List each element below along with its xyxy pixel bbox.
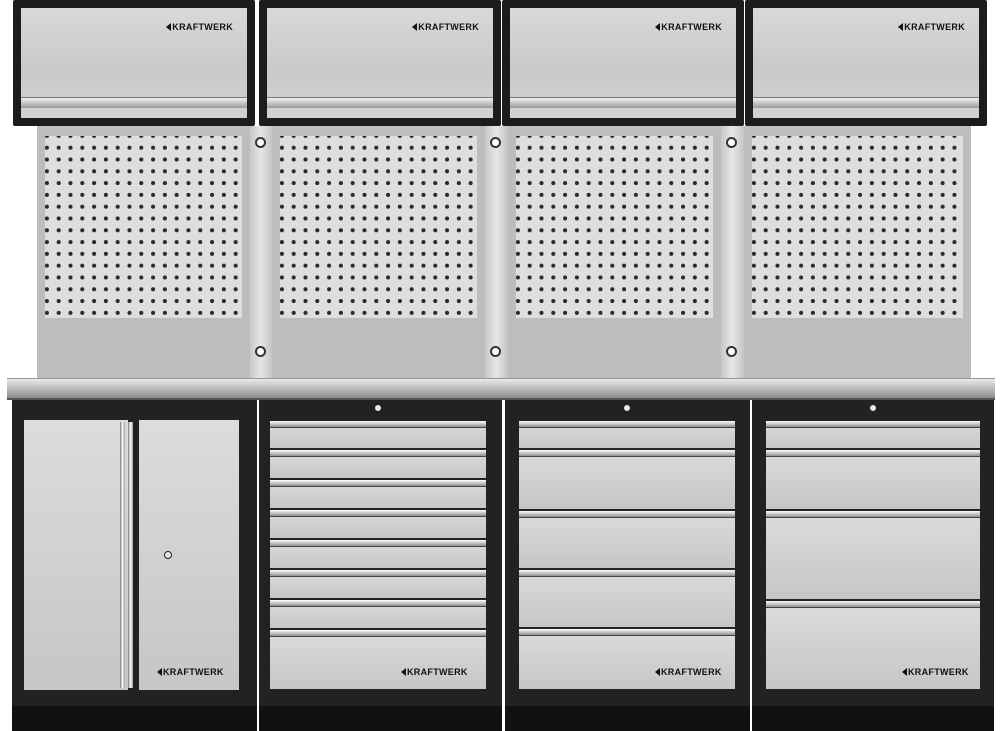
wall-cabinet-1[interactable]: KRAFTWERK (13, 0, 255, 126)
drawer[interactable] (270, 600, 486, 628)
mounting-ring (726, 346, 737, 357)
pegboard-panel-3 (508, 126, 721, 378)
right-door[interactable] (139, 420, 239, 690)
mounting-ring (490, 346, 501, 357)
door-handle[interactable] (510, 97, 736, 108)
drawer[interactable] (519, 629, 735, 689)
drawer[interactable] (270, 421, 486, 448)
brand-logo: KRAFTWERK (157, 667, 224, 677)
plinth (505, 706, 750, 731)
plinth (752, 706, 994, 731)
brand-logo: KRAFTWERK (166, 22, 233, 32)
drawer[interactable] (270, 510, 486, 538)
wall-cabinet-2[interactable]: KRAFTWERK (259, 0, 501, 126)
door-handle[interactable] (267, 97, 493, 108)
left-door[interactable] (24, 420, 128, 690)
drawer[interactable] (270, 630, 486, 689)
drawer[interactable] (270, 570, 486, 598)
plinth (259, 706, 502, 731)
stainless-worktop (7, 378, 995, 400)
brand-logo: KRAFTWERK (902, 667, 969, 677)
drawer[interactable] (766, 421, 980, 448)
pegboard-post (250, 126, 272, 378)
drawer[interactable] (270, 480, 486, 508)
mounting-ring (726, 137, 737, 148)
door-handle[interactable] (21, 97, 247, 108)
base-cabinet-drawers-2: KRAFTWERK (505, 400, 750, 706)
base-cabinet-drawers-3: KRAFTWERK (752, 400, 994, 706)
drawer[interactable] (270, 540, 486, 568)
lock-icon[interactable] (869, 404, 877, 412)
mounting-ring (255, 346, 266, 357)
brand-logo: KRAFTWERK (655, 22, 722, 32)
wall-cabinet-4[interactable]: KRAFTWERK (745, 0, 987, 126)
base-cabinet-drawers-1: KRAFTWERK (259, 400, 502, 706)
brand-logo: KRAFTWERK (898, 22, 965, 32)
drawer[interactable] (519, 450, 735, 509)
plinth (12, 706, 257, 731)
brand-logo: KRAFTWERK (401, 667, 468, 677)
door-handle[interactable] (128, 422, 133, 688)
lock-icon[interactable] (374, 404, 382, 412)
drawer[interactable] (519, 570, 735, 627)
drawer[interactable] (519, 421, 735, 448)
lock-icon[interactable] (623, 404, 631, 412)
drawer[interactable] (270, 450, 486, 478)
wall-cabinet-3[interactable]: KRAFTWERK (502, 0, 744, 126)
lock-icon[interactable] (164, 551, 172, 559)
door-handle[interactable] (120, 422, 125, 688)
brand-logo: KRAFTWERK (412, 22, 479, 32)
drawer[interactable] (766, 511, 980, 599)
mounting-ring (255, 137, 266, 148)
drawer[interactable] (766, 450, 980, 509)
pegboard-panel-1 (37, 126, 250, 378)
pegboard-panel-4 (744, 126, 971, 378)
pegboard-post (721, 126, 744, 378)
brand-logo: KRAFTWERK (655, 667, 722, 677)
mounting-ring (490, 137, 501, 148)
drawer[interactable] (519, 511, 735, 568)
pegboard-post (485, 126, 508, 378)
door-handle[interactable] (753, 97, 979, 108)
base-cabinet-door: KRAFTWERK (12, 400, 257, 706)
pegboard-panel-2 (272, 126, 485, 378)
